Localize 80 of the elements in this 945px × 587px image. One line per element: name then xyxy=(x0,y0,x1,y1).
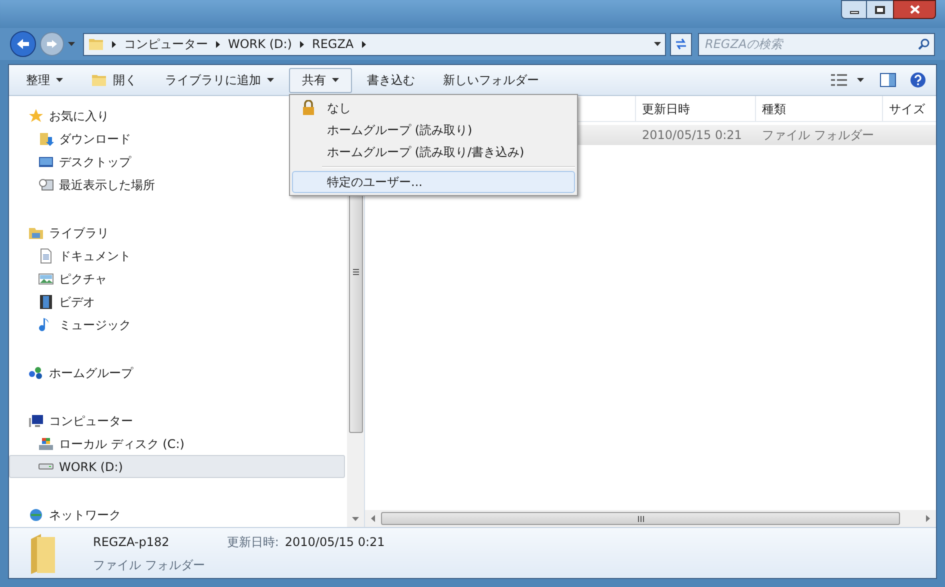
menu-item[interactable]: 特定のユーザー... xyxy=(292,170,575,192)
star-icon xyxy=(28,108,44,124)
close-icon xyxy=(910,5,920,14)
nav-item[interactable]: コンピューター xyxy=(9,409,138,432)
table-cell-text: 2010/05/15 0:21 xyxy=(641,127,743,144)
caret-icon xyxy=(332,78,339,82)
column-header[interactable]: 更新日時 xyxy=(635,96,755,121)
right-arrow-icon xyxy=(926,515,930,522)
nav-item[interactable]: デスクトップ xyxy=(9,150,136,173)
film-icon xyxy=(38,294,54,310)
nav-item[interactable]: ビデオ xyxy=(9,290,100,313)
column-header[interactable]: 種類 xyxy=(755,96,882,121)
folder-icon xyxy=(91,72,107,88)
search-field[interactable]: REGZAの検索 xyxy=(698,32,935,56)
drive-icon xyxy=(38,463,54,470)
chevron-icon xyxy=(362,40,366,48)
close-button[interactable] xyxy=(893,0,936,19)
left-arrow-icon xyxy=(371,515,375,522)
chevron-icon xyxy=(216,40,220,48)
right-arrow-icon xyxy=(46,39,58,49)
folder-icon xyxy=(88,36,104,52)
nav-item[interactable]: お気に入り xyxy=(9,104,114,127)
breadcrumb[interactable]: REGZA xyxy=(312,35,354,53)
file-type: ファイル フォルダー xyxy=(93,557,205,574)
minimize-button[interactable] xyxy=(841,0,867,19)
nav-item[interactable]: WORK (D:) xyxy=(9,455,345,478)
breadcrumb[interactable]: コンピューター xyxy=(124,35,208,53)
back-button[interactable] xyxy=(10,31,36,57)
toolbar-button[interactable]: 共有 xyxy=(289,68,352,92)
view-list-icon xyxy=(831,74,847,86)
caret-icon xyxy=(68,42,75,46)
help-icon xyxy=(910,72,926,88)
toolbar-button[interactable]: 開く xyxy=(78,68,150,92)
nav-item[interactable]: ドキュメント xyxy=(9,244,136,267)
refresh-icon xyxy=(674,38,688,50)
toolbar-button[interactable]: ライブラリに追加 xyxy=(152,68,287,92)
refresh-button[interactable] xyxy=(670,32,692,56)
caret-icon xyxy=(654,42,661,46)
horizontal-scrollbar[interactable] xyxy=(365,510,936,527)
nav-item[interactable]: ホームグループ xyxy=(9,361,138,384)
grip-icon xyxy=(638,516,644,522)
nav-item[interactable]: ローカル ディスク (C:) xyxy=(9,432,190,455)
grip-icon xyxy=(352,269,358,275)
file-name: REGZA-p182 xyxy=(93,534,170,551)
nav-item[interactable]: ダウンロード xyxy=(9,127,136,150)
down-arrow-icon xyxy=(352,517,359,521)
picture-icon xyxy=(38,270,54,286)
padlock-icon xyxy=(302,100,314,116)
nav-item[interactable]: ミュージック xyxy=(9,313,136,336)
column-header[interactable]: サイズ xyxy=(882,96,936,121)
scrollbar-thumb[interactable] xyxy=(381,512,900,525)
nav-item[interactable]: ライブラリ xyxy=(9,221,114,244)
nav-item[interactable]: ピクチャ xyxy=(9,267,112,290)
chevron-icon xyxy=(300,40,304,48)
toolbar-button[interactable]: 整理 xyxy=(13,68,76,92)
property-value: 2010/05/15 0:21 xyxy=(284,534,385,551)
left-arrow-icon xyxy=(16,38,30,50)
chevron-icon xyxy=(112,40,116,48)
download-folder-icon xyxy=(38,130,54,146)
menu-item[interactable]: なし xyxy=(292,96,575,118)
caret-icon xyxy=(857,78,864,82)
caret-icon xyxy=(56,78,63,82)
caret-icon xyxy=(267,78,274,82)
table-cell-text: ファイル フォルダー xyxy=(761,127,875,144)
breadcrumb[interactable]: WORK (D:) xyxy=(228,35,292,53)
maximize-button[interactable] xyxy=(867,0,893,19)
nav-item[interactable]: 最近表示した場所 xyxy=(9,173,160,196)
pane-icon xyxy=(880,73,896,87)
forward-button[interactable] xyxy=(40,32,64,56)
homegroup-icon xyxy=(28,364,44,380)
system-drive-icon xyxy=(38,436,54,452)
address-bar[interactable]: コンピューター WORK (D:) REGZA xyxy=(83,32,666,56)
toolbar-button[interactable]: 新しいフォルダー xyxy=(430,68,552,92)
computer-icon xyxy=(28,412,44,428)
document-icon xyxy=(38,248,54,264)
search-icon xyxy=(918,38,930,50)
toolbar-button[interactable]: 書き込む xyxy=(354,68,428,92)
property-label: 更新日時: xyxy=(226,534,279,551)
nav-item[interactable]: ネットワーク xyxy=(9,503,126,526)
folder-icon xyxy=(29,533,57,575)
